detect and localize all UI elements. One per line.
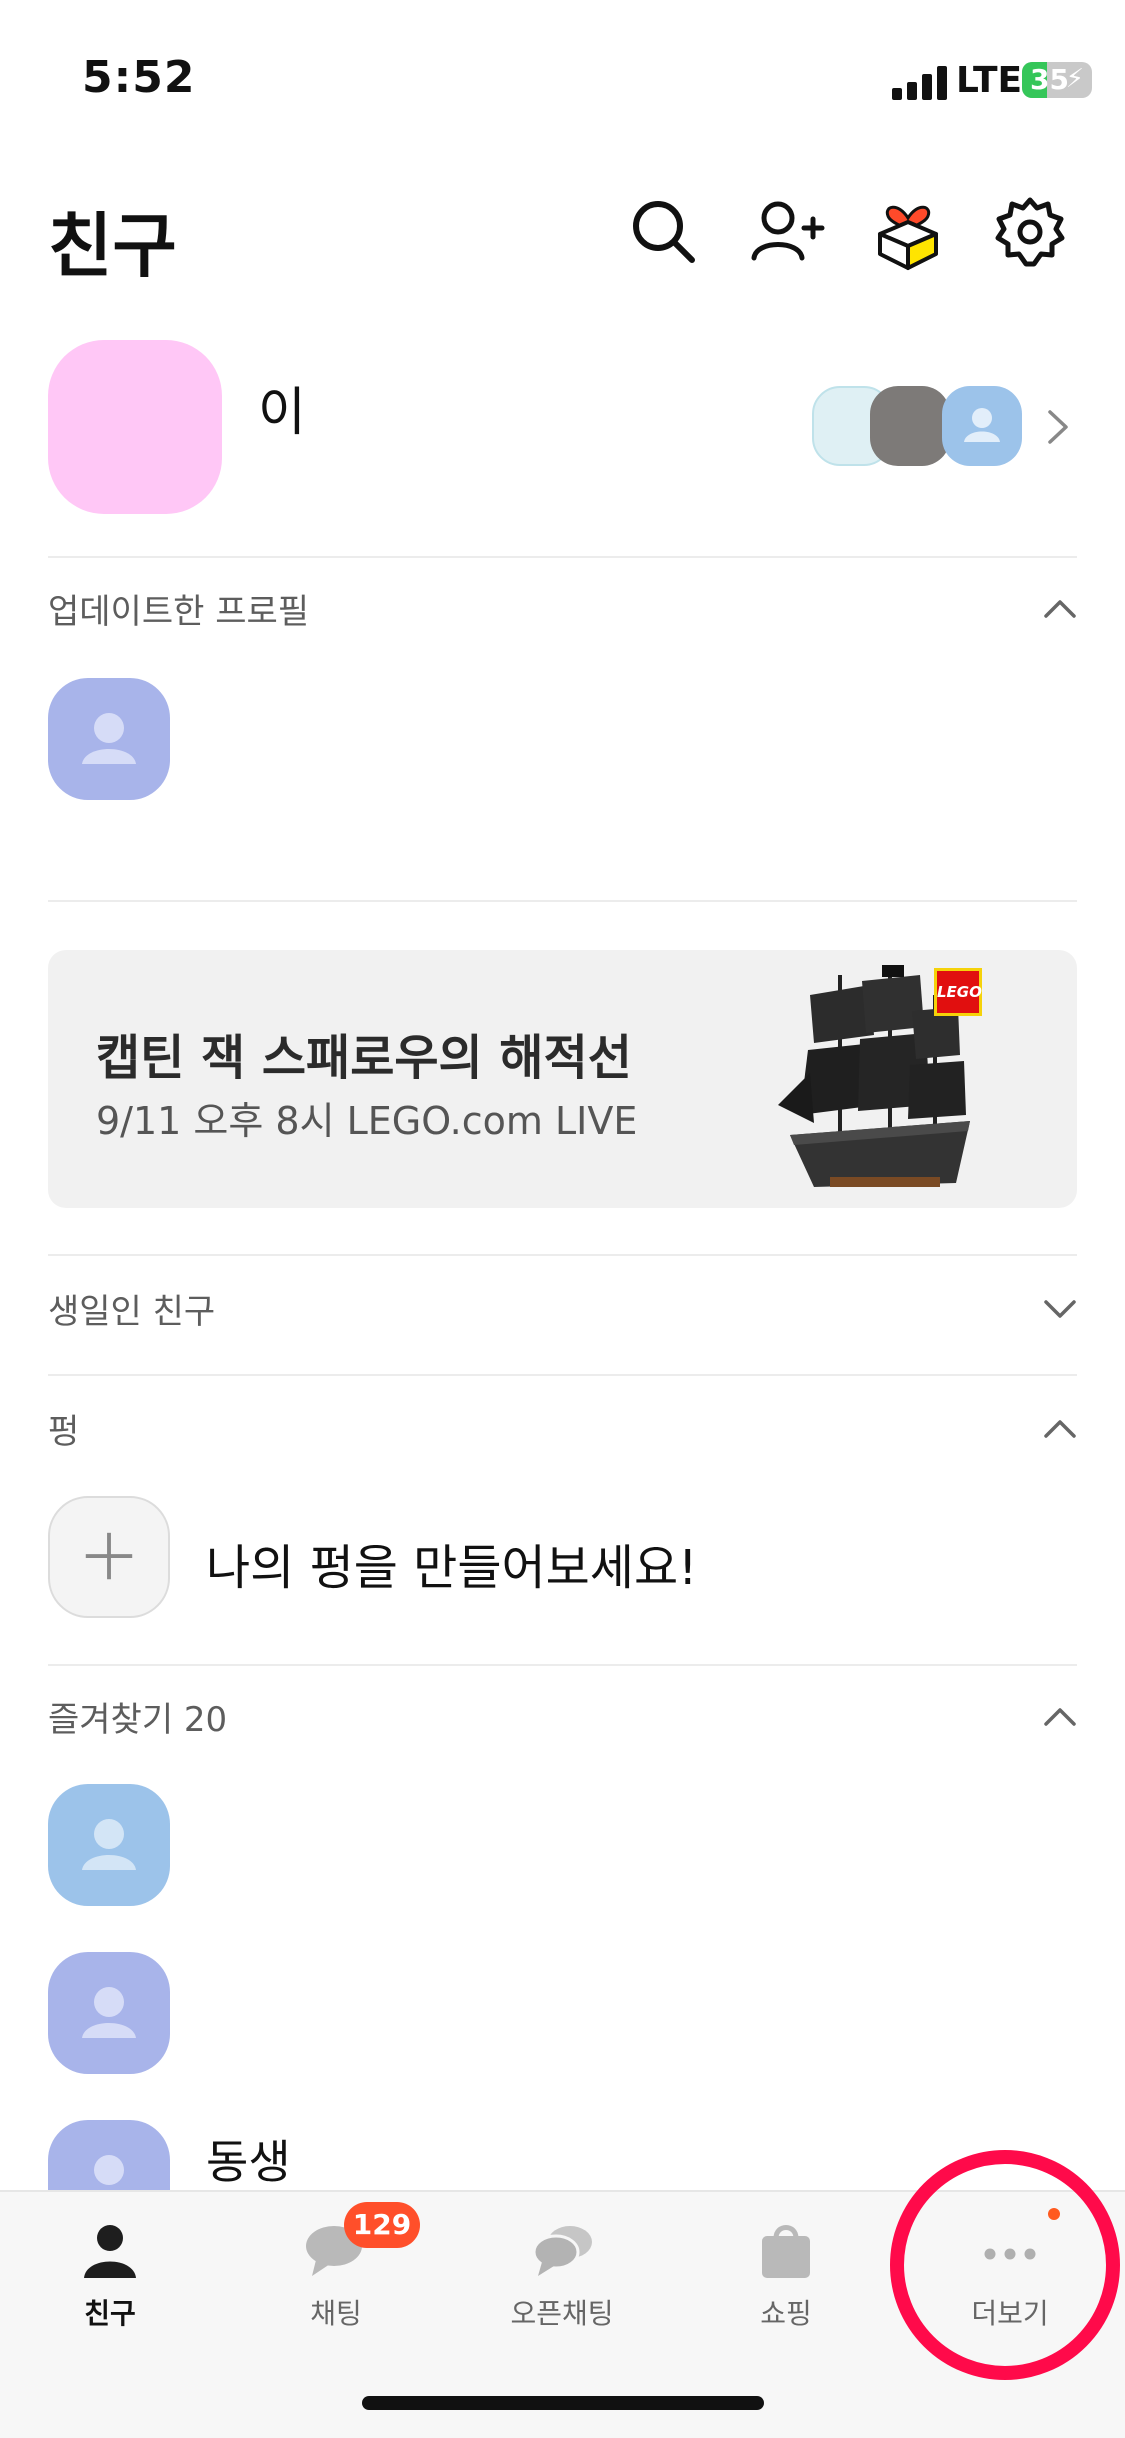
divider [48,900,1077,902]
open-chat-icon [532,2226,592,2276]
battery-level: 35 [1030,63,1069,96]
banner-subtitle[interactable]: 9/11 오후 8시 LEGO.com LIVE [96,1090,637,1145]
chevron-up-icon[interactable] [1040,1416,1080,1442]
create-pung-prompt[interactable]: 나의 펑을 만들어보세요! [206,1528,697,1598]
settings-icon[interactable] [990,192,1070,272]
divider [48,1254,1077,1256]
divider [48,556,1077,558]
section-title-birthdays: 생일인 친구 [48,1292,216,1332]
banner-title[interactable]: 캡틴 잭 스패로우의 해적선 [96,1018,632,1088]
section-title-pung: 펑 [48,1412,80,1452]
home-indicator [362,2396,764,2410]
tab-label: 채팅 [310,2297,362,2330]
story-thumbnail[interactable] [942,386,1022,466]
section-title-favorites: 즐겨찾기 20 [48,1700,228,1740]
divider [48,1374,1077,1376]
story-thumbnail[interactable] [870,386,950,466]
chat-unread-badge: 129 [344,2202,420,2248]
person-icon [84,2225,136,2278]
battery-icon: 35 ⚡ [1022,62,1092,98]
tab-label: 오픈채팅 [510,2297,614,2330]
section-title-updated-profiles: 업데이트한 프로필 [48,592,310,632]
network-type: LTE [956,60,1023,101]
chevron-right-icon[interactable] [1040,404,1074,450]
favorite-friend-avatar[interactable] [48,1952,170,2074]
add-friend-icon[interactable] [746,192,826,272]
tab-label: 쇼핑 [760,2297,812,2330]
chevron-down-icon[interactable] [1040,1296,1080,1322]
my-profile-avatar[interactable] [48,340,222,514]
shopping-bag-icon [762,2225,810,2278]
tab-shopping[interactable]: 쇼핑 [696,2210,876,2340]
divider [48,1664,1077,1666]
favorite-friend-avatar[interactable] [48,1784,170,1906]
tab-open-chat[interactable]: 오픈채팅 [472,2210,652,2340]
page-title: 친구 [48,205,177,287]
signal-icon [892,66,950,100]
my-profile-name[interactable]: 이 [258,370,306,445]
search-icon[interactable] [624,192,704,272]
chevron-up-icon[interactable] [1040,1704,1080,1730]
updated-profile-avatar[interactable] [48,678,170,800]
add-pung-button[interactable] [48,1496,170,1618]
status-time: 5:52 [82,52,196,103]
tab-friends[interactable]: 친구 [20,2210,200,2340]
chevron-up-icon[interactable] [1040,596,1080,622]
tab-label: 친구 [84,2297,136,2330]
gift-icon[interactable] [868,192,948,272]
favorite-friend-name[interactable]: 동생 [206,2126,291,2192]
highlight-circle-annotation [890,2150,1120,2380]
lego-logo: LEGO [934,968,982,1016]
